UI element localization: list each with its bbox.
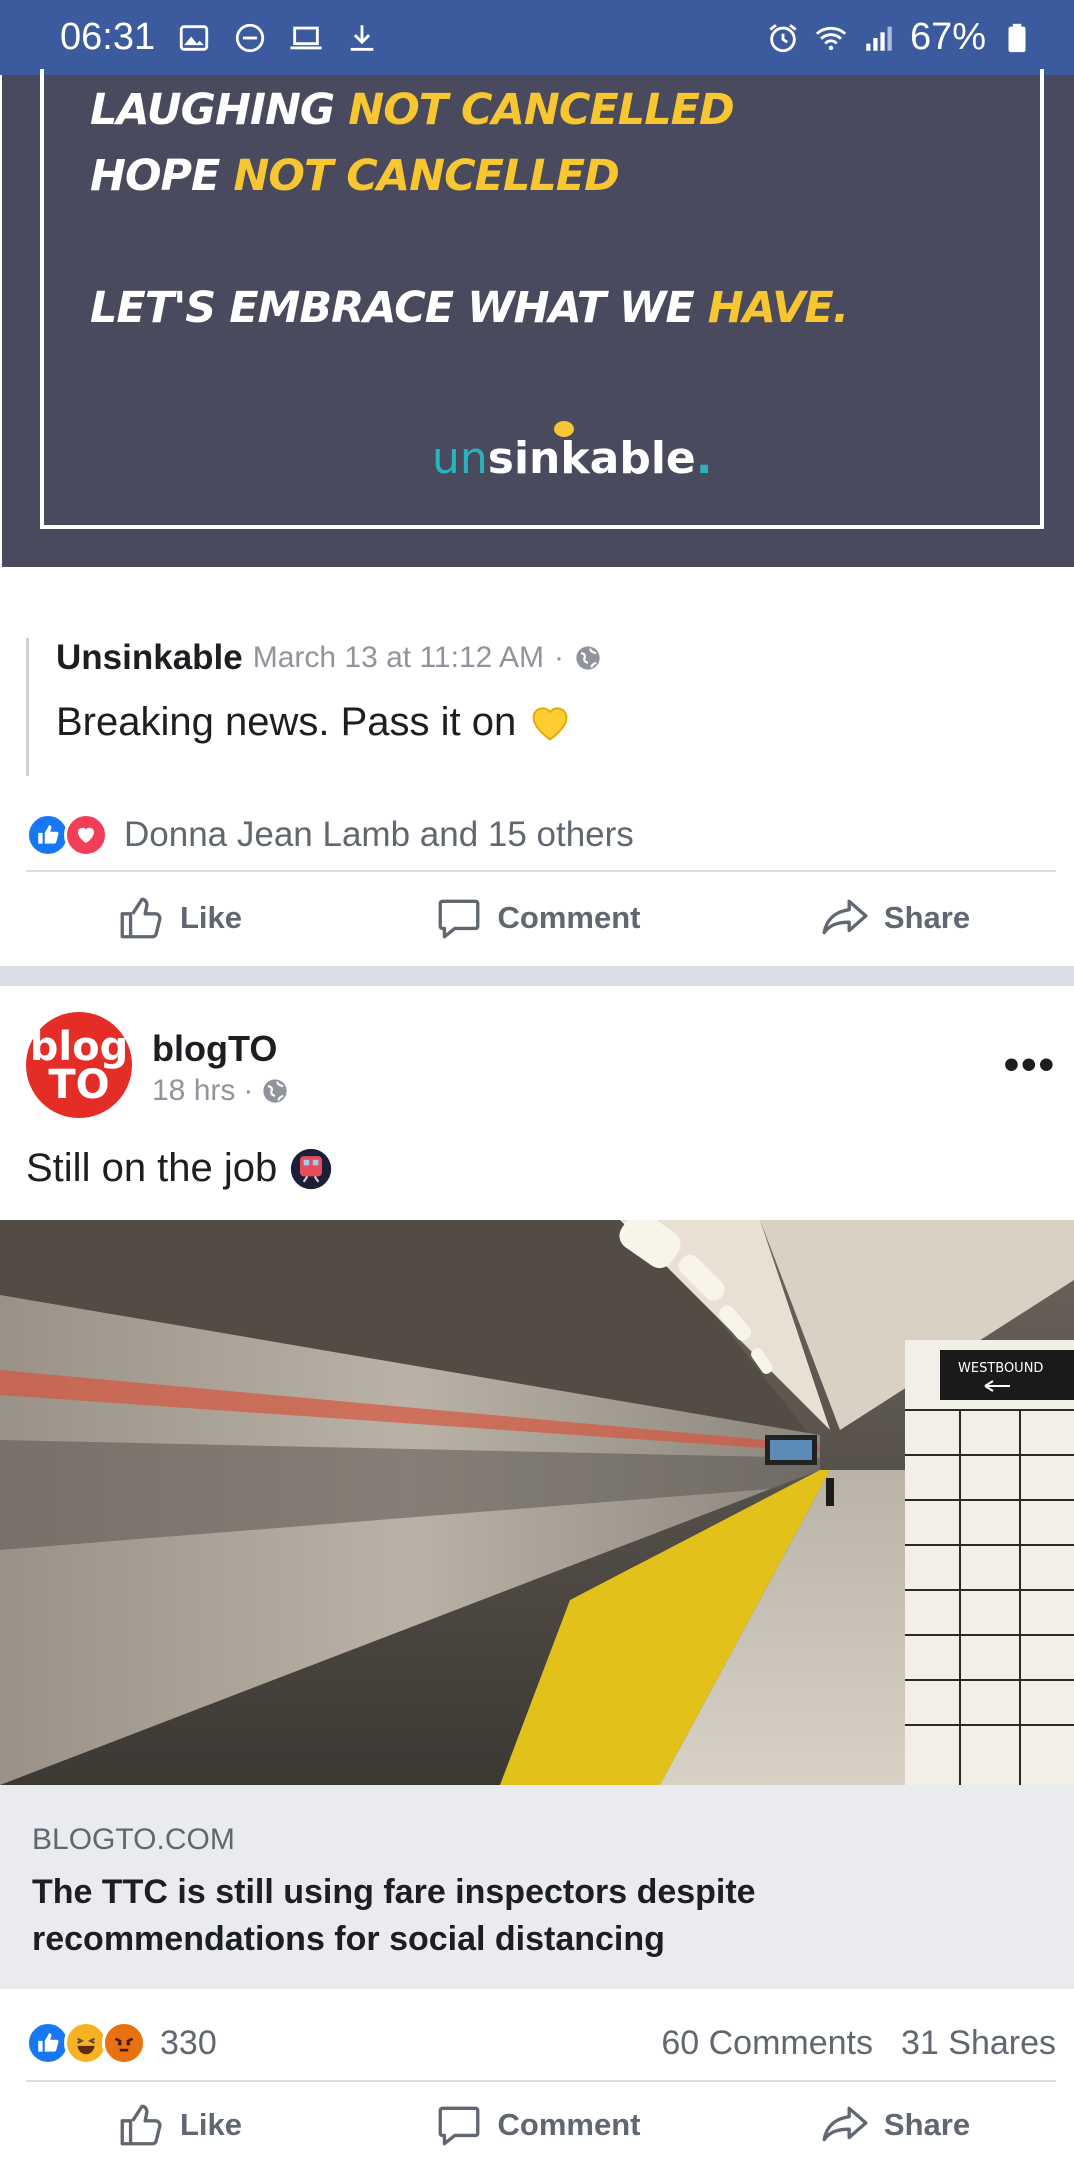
separator-dot: · (554, 641, 565, 674)
status-bar: 06:31 67% (0, 0, 1074, 75)
link-domain: BLOGTO.COM (32, 1823, 235, 1856)
shared-post-text: Breaking news. Pass it on (56, 700, 517, 744)
share-button[interactable]: Share (716, 893, 1074, 943)
like-button[interactable]: Like (0, 2100, 358, 2150)
unsinkable-logo: unsinkable. (432, 421, 712, 484)
shares-count[interactable]: 31 Shares (901, 2024, 1056, 2063)
feed-divider (0, 966, 1074, 986)
more-options-button[interactable]: ••• (1004, 1040, 1056, 1090)
shared-post-author[interactable]: Unsinkable (56, 638, 243, 678)
shared-image-banner[interactable]: Laughing not cancelled Hope not cancelle… (2, 69, 1074, 567)
signal-icon (862, 21, 896, 55)
post-text: Still on the job (26, 1146, 278, 1190)
angry-reaction-icon (102, 2021, 146, 2065)
comment-label: Comment (497, 900, 641, 935)
battery-percent: 67% (909, 16, 986, 58)
subway-photo[interactable]: WESTBOUND (0, 1220, 1074, 1785)
separator-dot: · (243, 1074, 254, 1107)
globe-icon (576, 646, 600, 670)
post-text-row: Still on the job (26, 1146, 333, 1191)
link-title: The TTC is still using fare inspectors d… (32, 1873, 756, 1958)
westbound-sign: WESTBOUND (958, 1361, 1043, 1376)
alarm-icon (766, 21, 800, 55)
subway-platform-image: WESTBOUND (0, 1220, 1074, 1785)
subway-train-icon (291, 1148, 332, 1189)
clock: 06:31 (60, 16, 156, 58)
banner-line-1: Laughing not cancelled (90, 85, 735, 135)
logo-bubble-icon (554, 421, 574, 437)
share-label: Share (883, 900, 971, 935)
thumbs-up-icon (120, 2104, 162, 2146)
love-reaction-icon (64, 813, 108, 857)
share-icon (822, 2106, 868, 2142)
thumbs-up-icon (120, 897, 162, 939)
post-header: blog TO blogTO 18 hrs · ••• (26, 1012, 1056, 1122)
comment-icon (438, 2106, 479, 2146)
wifi-icon (814, 21, 848, 55)
banner-line-3: Let's embrace what we have. (90, 283, 849, 333)
post-stats: 330 60 Comments 31 Shares (26, 2006, 1056, 2082)
comment-button[interactable]: Comment (358, 893, 716, 943)
share-label: Share (883, 2107, 971, 2142)
share-button[interactable]: Share (716, 2100, 1074, 2150)
page-name[interactable]: blogTO (152, 1028, 277, 1070)
comment-icon (438, 899, 479, 939)
shared-post-quote: Unsinkable March 13 at 11:12 AM · Breaki… (26, 638, 1056, 776)
reaction-count[interactable]: 330 (160, 2024, 217, 2063)
shared-post-timestamp[interactable]: March 13 at 11:12 AM (253, 641, 544, 675)
do-not-disturb-icon (233, 21, 267, 55)
post-actions-bar: Like Comment Share (0, 872, 1074, 964)
banner-line-2: Hope not cancelled (90, 151, 620, 201)
avatar[interactable]: blog TO (26, 1012, 132, 1118)
comment-label: Comment (497, 2107, 641, 2142)
download-icon (345, 21, 379, 55)
like-button[interactable]: Like (0, 893, 358, 943)
link-preview-card[interactable]: BLOGTO.COM The TTC is still using fare i… (0, 1785, 1074, 1989)
comments-count[interactable]: 60 Comments (661, 2024, 873, 2063)
like-label: Like (179, 900, 243, 935)
post-actions-bar: Like Comment Share (0, 2085, 1074, 2165)
comment-button[interactable]: Comment (358, 2100, 716, 2150)
share-icon (822, 899, 868, 935)
reaction-names[interactable]: Donna Jean Lamb and 15 others (124, 815, 634, 855)
image-icon (177, 21, 211, 55)
laptop-icon (289, 21, 323, 55)
yellow-heart-icon (532, 706, 568, 741)
globe-icon (263, 1079, 288, 1103)
reactions-summary[interactable]: Donna Jean Lamb and 15 others (26, 800, 1056, 872)
post-time[interactable]: 18 hrs (152, 1074, 235, 1108)
like-label: Like (179, 2107, 243, 2142)
battery-icon (1000, 21, 1034, 55)
